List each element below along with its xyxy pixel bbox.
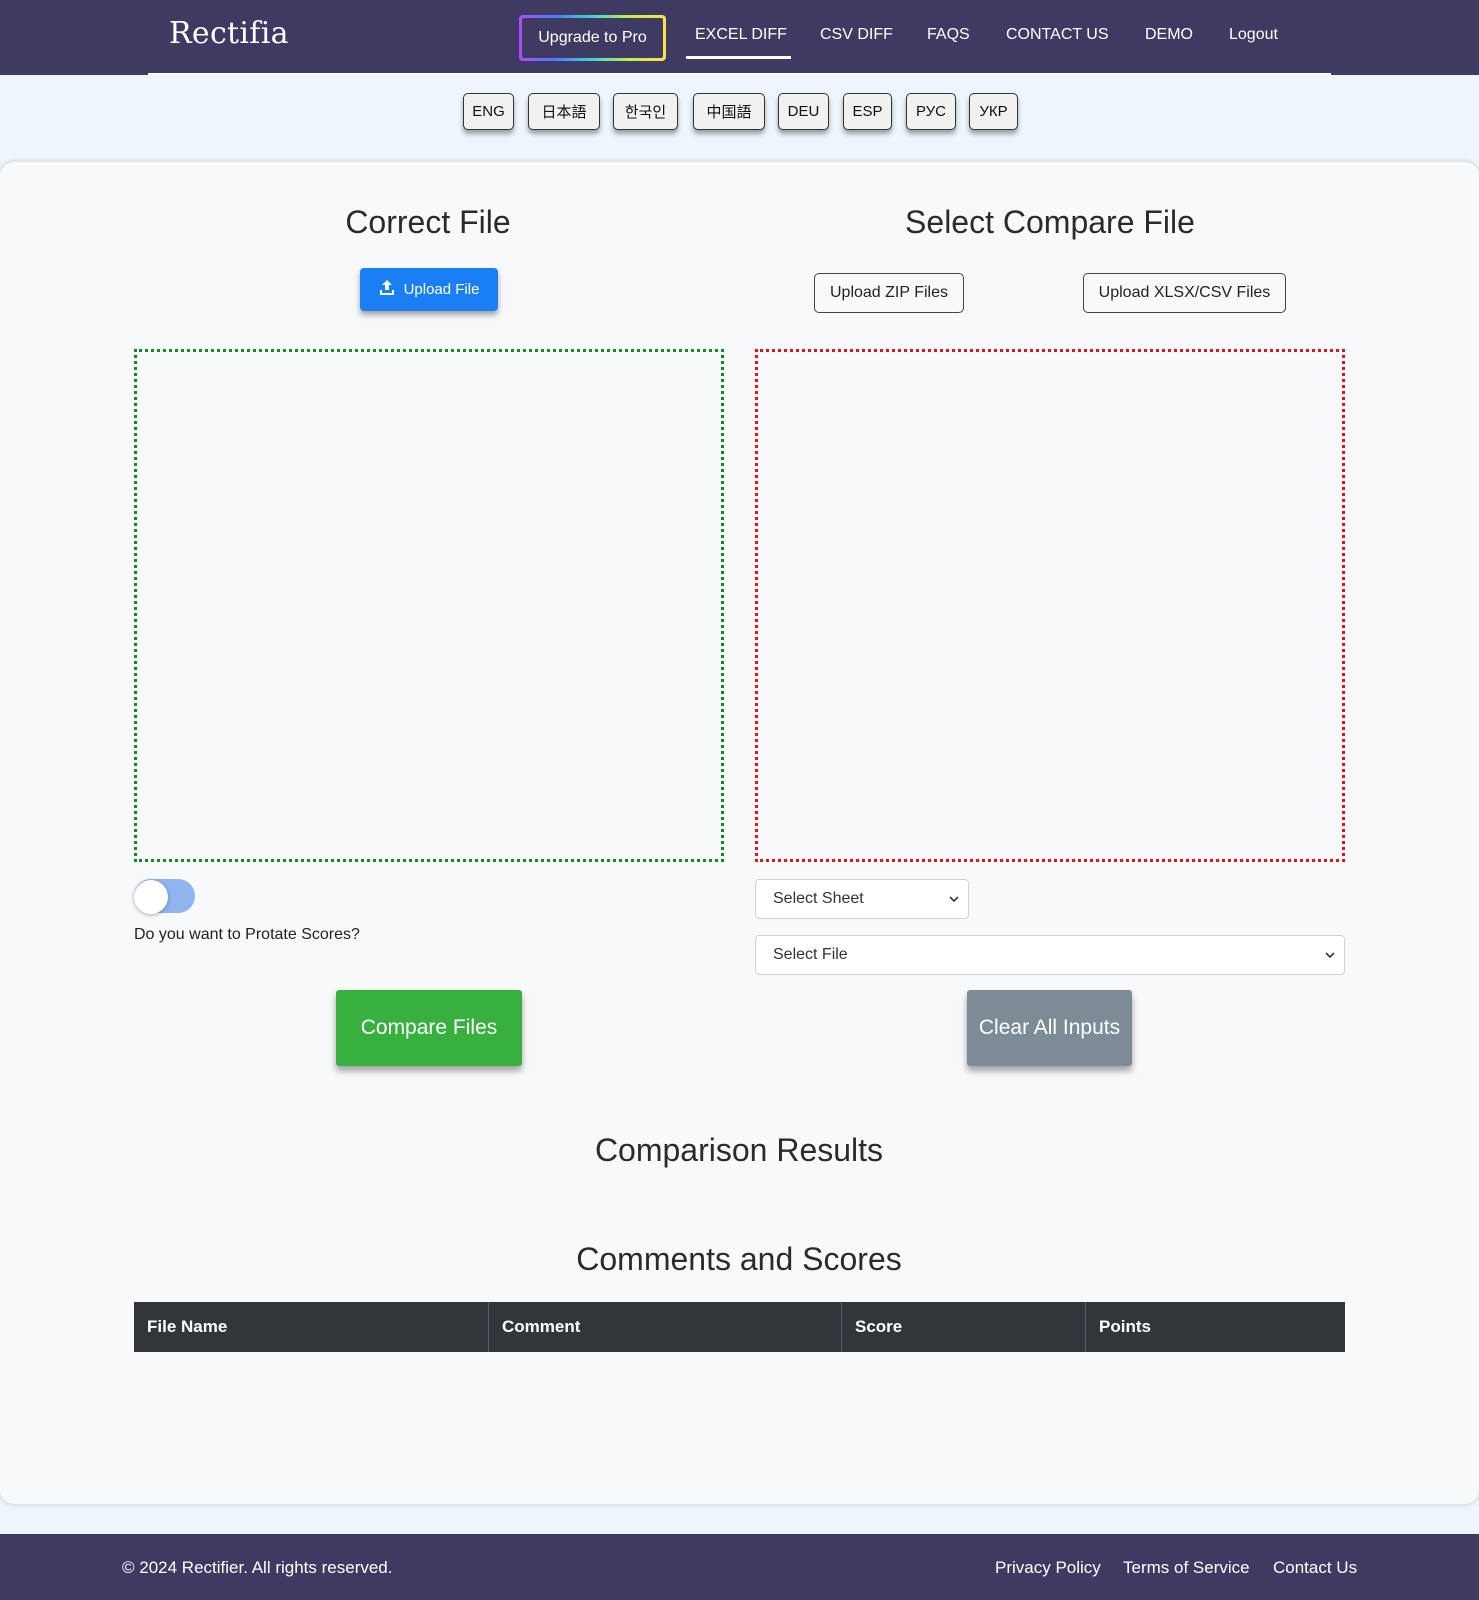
header-divider (148, 73, 1331, 75)
upload-xlsx-csv-button[interactable]: Upload XLSX/CSV Files (1083, 273, 1286, 313)
compare-file-title: Select Compare File (905, 204, 1195, 240)
footer-privacy-policy-link[interactable]: Privacy Policy (995, 1558, 1101, 1578)
upgrade-to-pro-label: Upgrade to Pro (522, 18, 663, 58)
lang-button-japanese[interactable]: 日本語 (528, 93, 600, 130)
lang-button-chinese[interactable]: 中国語 (693, 93, 765, 130)
prorate-scores-label: Do you want to Protate Scores? (134, 926, 360, 943)
upload-icon (379, 279, 395, 300)
compare-files-button[interactable]: Compare Files (336, 990, 522, 1066)
correct-file-dropzone[interactable] (134, 349, 724, 862)
upload-file-label: Upload File (403, 281, 480, 298)
nav-contact-us[interactable]: CONTACT US (1006, 26, 1109, 44)
footer-copyright: © 2024 Rectifier. All rights reserved. (122, 1558, 393, 1577)
compare-file-dropzone[interactable] (755, 349, 1345, 862)
comments-scores-title: Comments and Scores (576, 1241, 902, 1277)
footer-terms-link[interactable]: Terms of Service (1123, 1558, 1250, 1578)
scores-table-header: File Name Comment Score Points (134, 1302, 1345, 1352)
lang-button-ukr[interactable]: УКР (969, 93, 1018, 130)
top-navbar: Rectifia Upgrade to Pro EXCEL DIFF CSV D… (0, 0, 1479, 75)
nav-active-indicator (686, 56, 791, 59)
chevron-down-icon (1324, 947, 1336, 968)
nav-faqs[interactable]: FAQS (927, 26, 970, 44)
column-header-comment[interactable]: Comment (489, 1302, 842, 1352)
nav-excel-diff[interactable]: EXCEL DIFF (695, 26, 787, 44)
select-file-dropdown[interactable]: Select File (755, 935, 1345, 975)
lang-button-korean[interactable]: 한국인 (613, 93, 678, 130)
select-sheet-dropdown[interactable]: Select Sheet (755, 879, 969, 919)
select-file-value: Select File (773, 946, 848, 963)
lang-button-eng[interactable]: ENG (463, 93, 514, 130)
correct-file-title: Correct File (345, 204, 511, 240)
lang-button-esp[interactable]: ESP (843, 93, 892, 130)
chevron-down-icon (948, 891, 960, 912)
prorate-scores-toggle[interactable] (134, 879, 195, 914)
toggle-knob (134, 880, 168, 914)
lang-button-rus[interactable]: РУС (906, 93, 956, 130)
nav-logout[interactable]: Logout (1229, 26, 1278, 44)
brand-logo[interactable]: Rectifia (169, 16, 289, 51)
clear-all-inputs-button[interactable]: Clear All Inputs (967, 990, 1132, 1066)
upgrade-to-pro-button[interactable]: Upgrade to Pro (519, 15, 666, 61)
footer-contact-link[interactable]: Contact Us (1273, 1558, 1357, 1578)
footer: © 2024 Rectifier. All rights reserved. P… (0, 1534, 1479, 1600)
nav-demo[interactable]: DEMO (1145, 26, 1193, 44)
column-header-file-name[interactable]: File Name (134, 1302, 489, 1352)
lang-button-deu[interactable]: DEU (778, 93, 829, 130)
column-header-score[interactable]: Score (842, 1302, 1086, 1352)
upload-file-button[interactable]: Upload File (360, 268, 498, 311)
select-sheet-value: Select Sheet (773, 890, 864, 907)
comparison-results-title: Comparison Results (594, 1132, 884, 1168)
nav-csv-diff[interactable]: CSV DIFF (820, 26, 893, 44)
upload-zip-button[interactable]: Upload ZIP Files (814, 273, 964, 313)
column-header-points[interactable]: Points (1086, 1302, 1345, 1352)
